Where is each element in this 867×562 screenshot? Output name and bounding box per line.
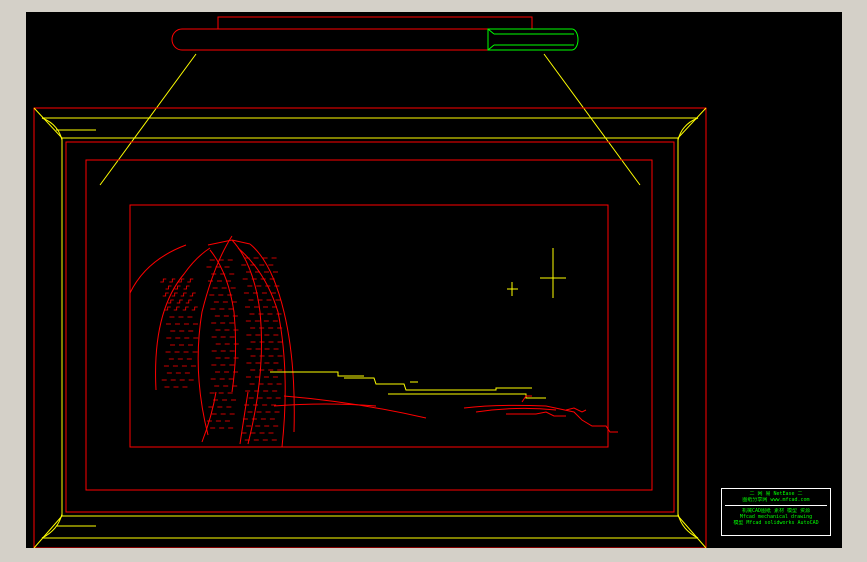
hatch-mark	[165, 285, 172, 290]
hatch-mark	[171, 292, 178, 297]
cad-drawing	[33, 16, 707, 548]
hatch-mark	[180, 292, 187, 297]
hatch-mark	[169, 278, 176, 283]
hatch-mark	[187, 278, 194, 283]
top-handle	[171, 16, 579, 51]
title-block-line-2: 图纸分享网 www.mfcad.com	[742, 497, 810, 503]
hatch-mark	[167, 299, 174, 304]
hanging-wires	[99, 53, 641, 186]
inner-frames	[85, 159, 653, 491]
handle-tube	[171, 28, 489, 51]
title-block: 二 网 易 NetEase 二 图纸分享网 www.mfcad.com 机械CA…	[721, 488, 831, 536]
handle-tube-end	[487, 28, 579, 51]
hatch-mark	[160, 278, 167, 283]
title-block-line-5: 模型 Mfcad solidworks AutoCAD	[733, 520, 819, 526]
hatch-mark	[162, 292, 169, 297]
title-block-divider	[725, 505, 827, 506]
hatch-mark	[185, 299, 192, 304]
picture-border	[129, 204, 609, 448]
hatch-mark	[182, 306, 189, 311]
hatched-arches	[129, 235, 295, 448]
hatch-mark	[183, 285, 190, 290]
mat-border	[85, 159, 653, 491]
hatch-mark	[189, 292, 196, 297]
cursor-crosshair	[507, 248, 566, 298]
hatch-mark	[176, 299, 183, 304]
hatch-mark	[173, 306, 180, 311]
cad-drawing-viewport[interactable]: 二 网 易 NetEase 二 图纸分享网 www.mfcad.com 机械CA…	[26, 12, 842, 548]
hatch-mark	[191, 306, 198, 311]
horizon-lines	[270, 371, 618, 433]
handle-cap	[217, 16, 533, 30]
outer-frame	[33, 107, 707, 548]
